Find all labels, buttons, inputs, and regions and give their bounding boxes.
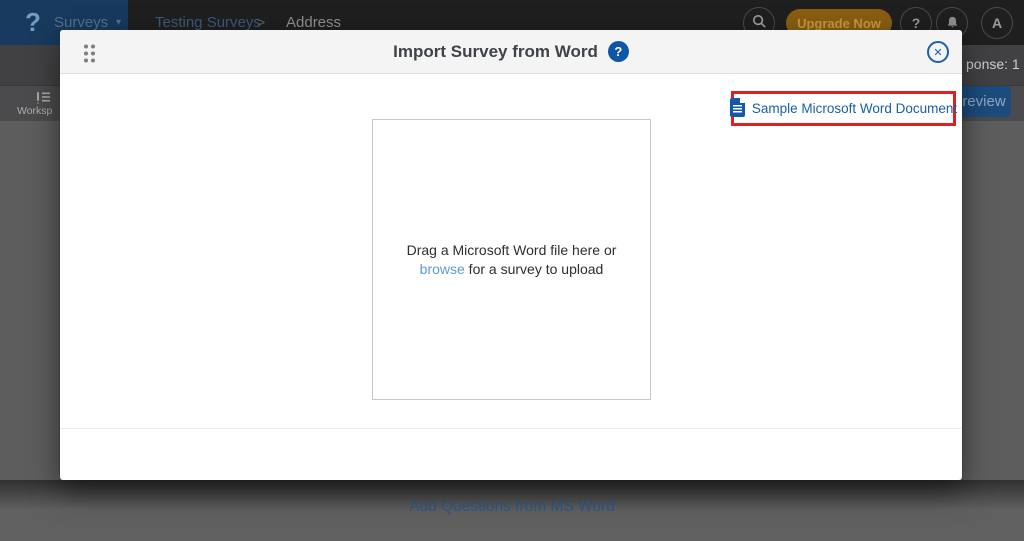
toolbar-left: Worksp: [0, 85, 60, 121]
modal-footer: Cancel Import: [60, 428, 962, 480]
bell-icon: [945, 15, 960, 32]
sample-link-label: Sample Microsoft Word Document: [752, 101, 957, 116]
add-questions-ms-word-link[interactable]: Add Questions from MS Word: [0, 498, 1024, 516]
page-background-left: [0, 121, 60, 541]
import-survey-modal: Import Survey from Word ? ✕ Sample Micro…: [60, 30, 962, 480]
question-icon: ?: [912, 15, 921, 31]
dropzone-line2: for a survey to upload: [465, 261, 604, 277]
screen: ? Surveys ▾ Testing Surveys > Address Up…: [0, 0, 1024, 541]
page-background-right: [962, 121, 1024, 541]
tabs-bar: Edit: [0, 45, 60, 85]
word-document-icon: [730, 98, 745, 120]
response-count-area: ponse: 1: [962, 45, 1024, 85]
file-dropzone[interactable]: Drag a Microsoft Word file here or brows…: [372, 119, 651, 400]
panel-divider-right: [962, 121, 963, 541]
modal-title: Import Survey from Word: [393, 42, 598, 62]
sample-word-document-link[interactable]: Sample Microsoft Word Document: [730, 98, 957, 120]
preview-button[interactable]: review: [957, 86, 1011, 117]
modal-header: Import Survey from Word ? ✕: [60, 30, 962, 74]
avatar[interactable]: A: [981, 7, 1013, 39]
modal-help-icon[interactable]: ?: [608, 41, 629, 62]
dropzone-line1: Drag a Microsoft Word file here or: [407, 242, 617, 258]
close-icon[interactable]: ✕: [927, 41, 949, 63]
response-count: ponse: 1: [966, 56, 1020, 72]
annotation-sample-link-highlight: Sample Microsoft Word Document: [731, 91, 956, 126]
workspace-button[interactable]: Worksp: [17, 105, 52, 117]
dropzone-text: Drag a Microsoft Word file here or brows…: [407, 241, 617, 279]
browse-link[interactable]: browse: [420, 261, 465, 277]
proprofs-logo-icon: ?: [20, 0, 46, 45]
drag-handle-icon[interactable]: [82, 43, 96, 69]
